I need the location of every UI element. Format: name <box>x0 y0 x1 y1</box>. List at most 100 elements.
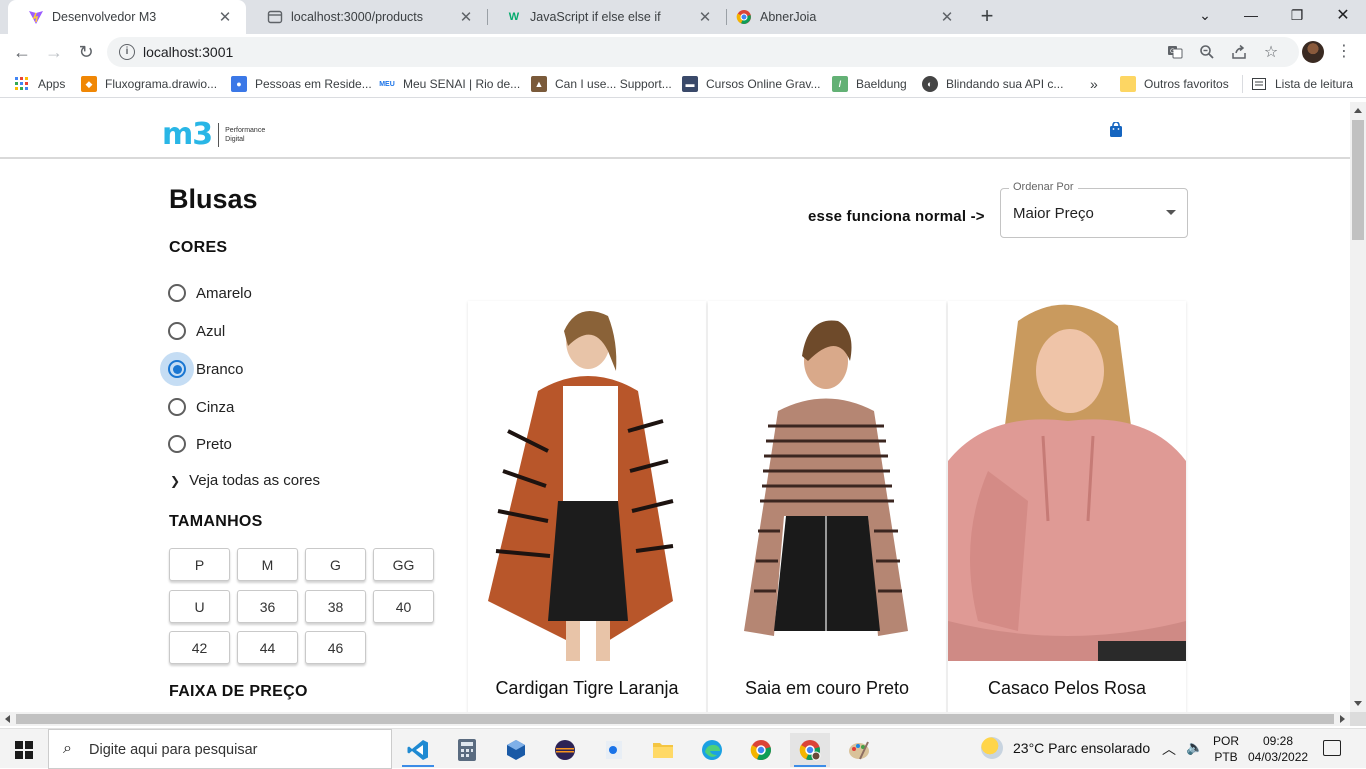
size-button-u[interactable]: U <box>169 590 230 623</box>
bookmark-outros-favoritos[interactable]: Outros favoritos <box>1120 75 1229 93</box>
chrome-profile-icon[interactable] <box>790 733 830 767</box>
scrollbar-thumb[interactable] <box>1352 120 1364 240</box>
size-button-42[interactable]: 42 <box>169 631 230 664</box>
radio-button[interactable] <box>160 427 194 461</box>
windows-taskbar: ⌕ Digite aqui para pesquisar 23°C Parc e… <box>0 728 1366 769</box>
product-card[interactable]: Cardigan Tigre Laranja <box>468 301 706 712</box>
bookmark-meu-senai[interactable]: MEU Meu SENAI | Rio de... <box>379 75 520 93</box>
tab-desenvolvedor-m3[interactable]: Desenvolvedor M3 ✕ <box>8 0 246 34</box>
minimize-button[interactable]: — <box>1228 0 1274 30</box>
color-option-branco[interactable]: Branco <box>160 352 244 386</box>
product-name[interactable]: Cardigan Tigre Laranja <box>468 678 706 699</box>
bookmark-can-i-use[interactable]: ▲ Can I use... Support... <box>531 75 672 93</box>
product-image[interactable] <box>948 301 1186 661</box>
product-card[interactable]: Saia em couro Preto <box>708 301 946 712</box>
close-tab-icon[interactable]: ✕ <box>455 8 477 26</box>
radio-button-checked[interactable] <box>160 352 194 386</box>
tab-search-chevron-icon[interactable]: ⌄ <box>1182 0 1228 30</box>
windows-start-icon[interactable] <box>15 741 33 759</box>
sort-select[interactable]: Ordenar Por Maior Preço <box>1000 181 1188 238</box>
folder-icon[interactable] <box>643 733 683 767</box>
vertical-scrollbar[interactable] <box>1350 102 1366 712</box>
virtualbox-icon[interactable] <box>496 733 536 767</box>
close-window-button[interactable]: ✕ <box>1320 0 1366 30</box>
scroll-left-arrow-icon[interactable] <box>5 715 10 723</box>
horizontal-scrollbar[interactable] <box>0 712 1350 726</box>
chrome-icon[interactable] <box>741 733 781 767</box>
radio-button[interactable] <box>160 390 194 424</box>
color-option-preto[interactable]: Preto <box>160 427 232 461</box>
radio-button[interactable] <box>160 276 194 310</box>
m3-logo[interactable]: m3 Performance Digital <box>162 117 265 152</box>
back-icon[interactable]: ← <box>8 38 36 66</box>
color-option-azul[interactable]: Azul <box>160 314 225 348</box>
color-option-cinza[interactable]: Cinza <box>160 390 234 424</box>
reload-icon[interactable]: ↻ <box>72 38 100 66</box>
eclipse-icon[interactable] <box>545 733 585 767</box>
profile-avatar[interactable] <box>1302 41 1324 63</box>
size-button-g[interactable]: G <box>305 548 366 581</box>
size-button-38[interactable]: 38 <box>305 590 366 623</box>
forward-icon[interactable]: → <box>40 38 68 66</box>
tab-javascript-if-else[interactable]: W JavaScript if else else if ✕ <box>486 0 726 34</box>
size-button-36[interactable]: 36 <box>237 590 298 623</box>
bookmark-star-icon[interactable]: ☆ <box>1261 42 1281 62</box>
bookmark-lista-de-leitura[interactable]: Lista de leitura <box>1251 75 1353 93</box>
scroll-down-arrow-icon[interactable] <box>1354 701 1362 706</box>
edge-icon[interactable] <box>692 733 732 767</box>
bookmark-fluxograma[interactable]: ◆ Fluxograma.drawio... <box>81 75 217 93</box>
zoom-icon[interactable] <box>1197 42 1217 62</box>
taskbar-search-box[interactable]: ⌕ Digite aqui para pesquisar <box>48 729 392 769</box>
close-tab-icon[interactable]: ✕ <box>214 8 236 26</box>
weather-widget[interactable]: 23°C Parc ensolarado <box>981 737 1150 759</box>
bookmark-label: Pessoas em Reside... <box>255 77 372 91</box>
site-info-icon[interactable]: i <box>119 44 135 60</box>
size-button-46[interactable]: 46 <box>305 631 366 664</box>
bookmark-blindando-api[interactable]: ◐ Blindando sua API c... <box>922 75 1063 93</box>
tab-localhost-products[interactable]: localhost:3000/products ✕ <box>247 0 487 34</box>
product-image[interactable] <box>468 301 706 661</box>
size-button-m[interactable]: M <box>237 548 298 581</box>
paint-icon[interactable] <box>839 733 879 767</box>
tray-chevron-up-icon[interactable]: ︿ <box>1162 739 1176 759</box>
size-button-44[interactable]: 44 <box>237 631 298 664</box>
vscode-icon[interactable] <box>398 733 438 767</box>
bookmark-apps[interactable]: Apps <box>14 75 65 93</box>
maximize-button[interactable]: ❐ <box>1274 0 1320 30</box>
tab-abnerjoia[interactable]: AbnerJoia ✕ <box>716 0 968 34</box>
chrome-menu-icon[interactable]: ⋮ <box>1336 41 1352 63</box>
scroll-up-arrow-icon[interactable] <box>1354 108 1362 113</box>
scroll-right-arrow-icon[interactable] <box>1340 715 1345 723</box>
bookmark-pessoas[interactable]: ● Pessoas em Reside... <box>231 75 372 93</box>
product-name[interactable]: Casaco Pelos Rosa <box>948 678 1186 699</box>
logo-mark: m3 <box>162 117 213 152</box>
shopping-bag-icon[interactable] <box>1109 121 1123 137</box>
close-tab-icon[interactable]: ✕ <box>694 8 716 26</box>
tab-strip: Desenvolvedor M3 ✕ localhost:3000/produc… <box>0 0 1366 34</box>
notification-center-icon[interactable] <box>1323 740 1341 756</box>
translate-icon[interactable]: G <box>1165 42 1185 62</box>
volume-icon[interactable]: 🔈 <box>1186 739 1203 756</box>
size-button-40[interactable]: 40 <box>373 590 434 623</box>
size-button-gg[interactable]: GG <box>373 548 434 581</box>
language-indicator[interactable]: POR PTB <box>1213 733 1239 765</box>
scrollbar-thumb[interactable] <box>16 714 1334 724</box>
color-option-amarelo[interactable]: Amarelo <box>160 276 252 310</box>
product-card[interactable]: Casaco Pelos Rosa <box>948 301 1186 712</box>
bookmark-baeldung[interactable]: / Baeldung <box>832 75 907 93</box>
address-bar[interactable]: i localhost:3001 G ☆ <box>107 37 1299 67</box>
product-image[interactable] <box>708 301 946 661</box>
size-button-p[interactable]: P <box>169 548 230 581</box>
see-all-colors-link[interactable]: ❯ Veja todas as cores <box>170 472 320 489</box>
calculator-icon[interactable] <box>447 733 487 767</box>
new-tab-button[interactable]: + <box>976 5 998 27</box>
file-manager-icon[interactable] <box>594 733 634 767</box>
bookmarks-overflow-icon[interactable]: » <box>1090 75 1098 93</box>
bookmark-cursos-online[interactable]: ▬ Cursos Online Grav... <box>682 75 820 93</box>
radio-button[interactable] <box>160 314 194 348</box>
sort-note: esse funciona normal -> <box>808 208 985 225</box>
product-name[interactable]: Saia em couro Preto <box>708 678 946 699</box>
clock[interactable]: 09:28 04/03/2022 <box>1248 733 1308 765</box>
close-tab-icon[interactable]: ✕ <box>936 8 958 26</box>
share-icon[interactable] <box>1229 42 1249 62</box>
